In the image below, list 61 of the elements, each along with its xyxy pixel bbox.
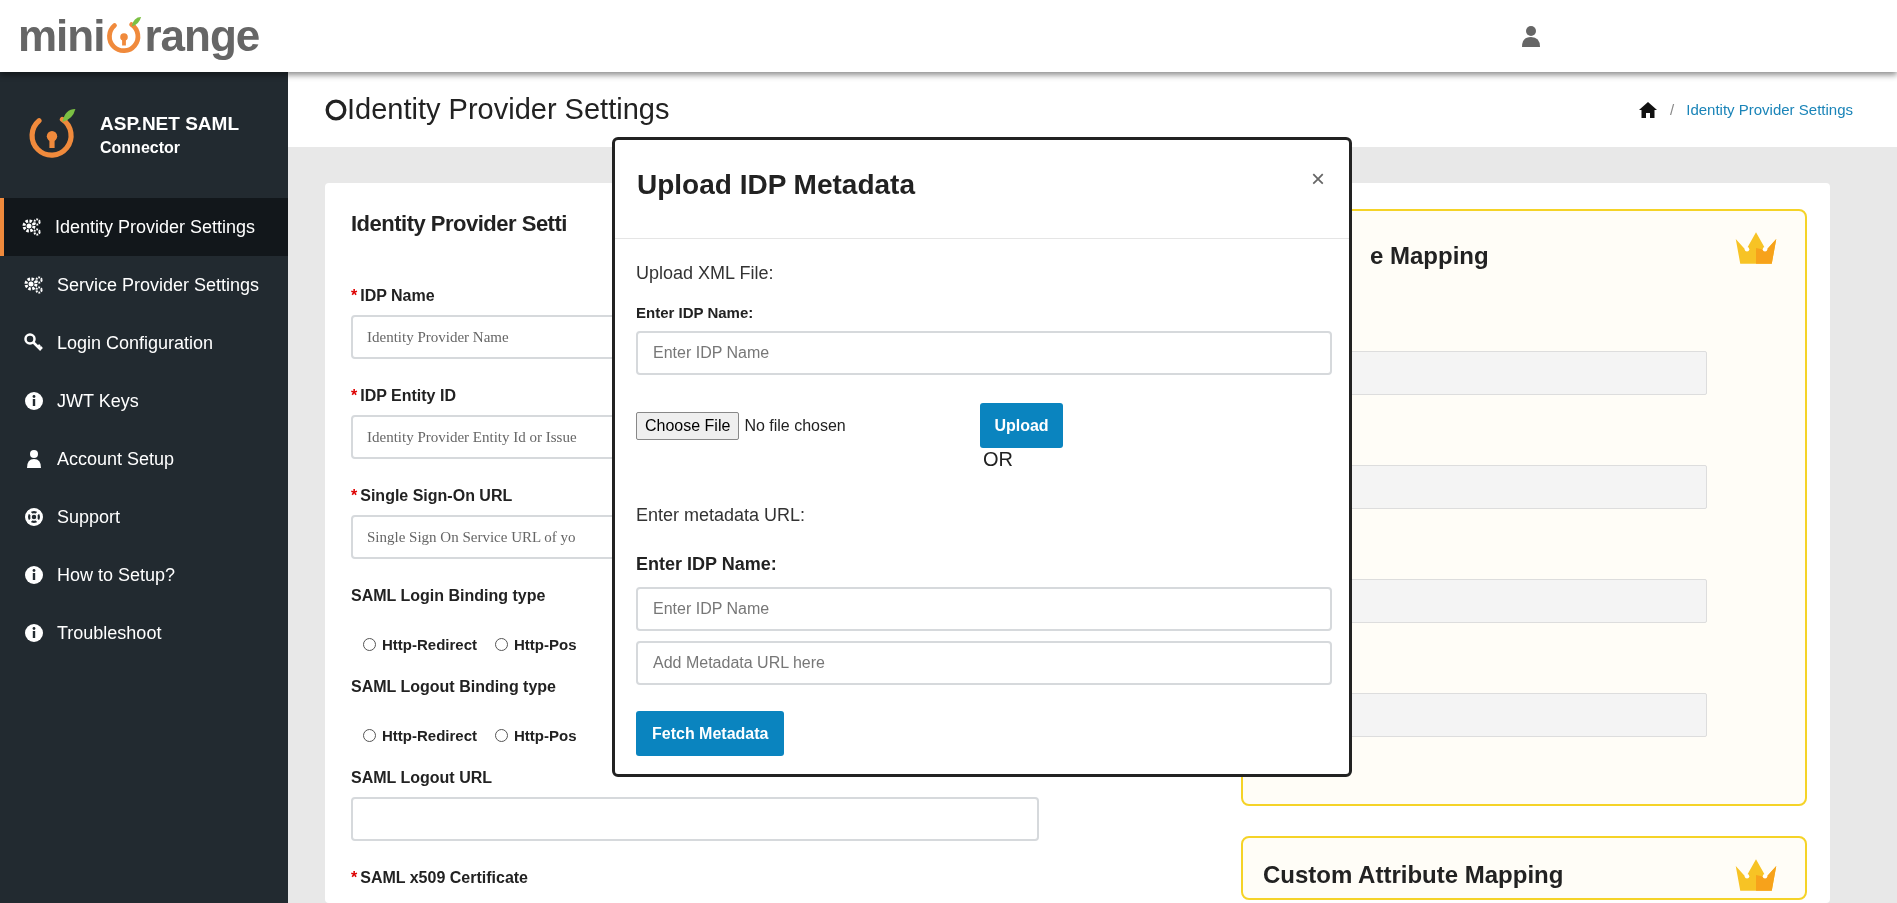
gears-icon	[22, 217, 42, 237]
sidebar-item[interactable]: Service Provider Settings	[0, 256, 288, 314]
breadcrumb-separator: /	[1670, 101, 1675, 118]
sidebar-item[interactable]: Troubleshoot	[0, 604, 288, 662]
input-field[interactable]: Enter IDP Name	[636, 331, 1332, 375]
radio-label: Http-Pos	[514, 636, 577, 653]
dialog-title: Upload IDP Metadata	[637, 169, 915, 201]
page-title: Identity Provider Settings	[347, 93, 670, 126]
required-mark: *	[351, 869, 358, 887]
field-label: Enter IDP Name:	[636, 554, 777, 575]
user-icon[interactable]	[1521, 25, 1541, 47]
field-label: IDP Name	[360, 287, 435, 305]
sidebar-item[interactable]: JWT Keys	[0, 372, 288, 430]
section-heading: Upload XML File:	[636, 263, 774, 284]
field-label: Single Sign-On URL	[360, 487, 513, 505]
lifebuoy-icon	[24, 507, 44, 527]
sidebar-item[interactable]: Login Configuration	[0, 314, 288, 372]
info-icon	[24, 565, 44, 585]
file-status: No file chosen	[744, 416, 847, 435]
sidebar-item[interactable]: Identity Provider Settings	[0, 198, 288, 256]
field-label: SAML Logout URL	[351, 769, 492, 787]
crown-icon	[1733, 230, 1779, 266]
input-field[interactable]: Enter IDP Name	[636, 587, 1332, 631]
info-icon	[24, 623, 44, 643]
field-label: SAML Login Binding type	[351, 587, 546, 605]
sidebar-item[interactable]: Support	[0, 488, 288, 546]
required-mark: *	[351, 387, 358, 405]
info-icon	[24, 391, 44, 411]
logo-text: range	[144, 14, 260, 58]
circle-icon	[325, 98, 347, 121]
field-label: IDP Entity ID	[360, 387, 456, 405]
logo-text: mini	[18, 14, 105, 58]
sidebar-item[interactable]: How to Setup?	[0, 546, 288, 604]
radio-label: Http-Pos	[514, 727, 577, 744]
key-icon	[24, 333, 44, 353]
field-label: Enter IDP Name:	[636, 304, 754, 321]
required-mark: *	[351, 487, 358, 505]
user-icon	[24, 449, 44, 469]
card-title: e Mapping	[1370, 242, 1489, 270]
gears-icon	[24, 275, 44, 295]
crown-icon	[1733, 857, 1779, 893]
field-label: SAML x509 Certificate	[360, 869, 528, 887]
input-field[interactable]: Add Metadata URL here	[636, 641, 1332, 685]
fetch-metadata-button[interactable]: Fetch Metadata	[636, 711, 785, 756]
section-heading: Enter metadata URL:	[636, 505, 806, 526]
input-field[interactable]	[351, 797, 1039, 841]
radio-label: Http-Redirect	[382, 636, 477, 653]
choose-file-button[interactable]: Choose File	[636, 411, 740, 440]
breadcrumb-link[interactable]: Identity Provider Settings	[1686, 101, 1853, 118]
brand-title: ASP.NET SAML	[100, 113, 239, 135]
upload-button[interactable]: Upload	[980, 403, 1063, 448]
card-title: Custom Attribute Mapping	[1263, 861, 1564, 889]
close-button[interactable]: ×	[1311, 165, 1325, 193]
home-icon[interactable]	[1638, 100, 1659, 119]
or-separator: OR	[983, 448, 1013, 471]
sidebar-item[interactable]: Account Setup	[0, 430, 288, 488]
radio-label: Http-Redirect	[382, 727, 477, 744]
required-mark: *	[351, 287, 358, 305]
brand-subtitle: Connector	[100, 139, 181, 157]
field-label: SAML Logout Binding type	[351, 678, 556, 696]
form-title: Identity Provider Setti	[351, 211, 567, 237]
